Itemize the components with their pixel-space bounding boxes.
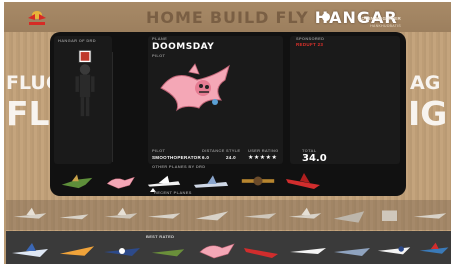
- best-plane-6[interactable]: [242, 237, 282, 263]
- plane-name: DOOMSDAY: [152, 42, 215, 52]
- stat-distance-label: DISTANCE: [202, 148, 225, 153]
- plane-label: PLANE: [152, 36, 168, 41]
- recent-plane-1[interactable]: [12, 206, 48, 224]
- recent-planes-carousel: [6, 200, 451, 230]
- recent-plane-6[interactable]: [242, 206, 278, 224]
- wall-text-left-bottom: FL: [6, 94, 50, 133]
- best-plane-2[interactable]: [58, 239, 96, 261]
- recent-plane-10[interactable]: [412, 206, 448, 224]
- nav-build[interactable]: BUILD: [210, 8, 270, 27]
- best-plane-5[interactable]: [196, 237, 236, 263]
- game-frame: HOME BUILD FLY HANGAR LOGIN REGISTER HAN…: [4, 2, 451, 264]
- best-plane-7[interactable]: [288, 239, 328, 261]
- recent-planes-label[interactable]: RECENT PLANES: [154, 190, 192, 195]
- best-plane-4[interactable]: [150, 241, 186, 261]
- sponsored-value[interactable]: REDUFT 23: [296, 42, 323, 47]
- sponsored-label: SPONSORED: [296, 36, 325, 41]
- red-bull-logo-icon[interactable]: [26, 6, 48, 28]
- recent-plane-8[interactable]: [330, 203, 368, 227]
- recent-plane-2[interactable]: [56, 208, 92, 224]
- wall-text-right-top: AG: [410, 72, 441, 94]
- other-plane-thumb-1[interactable]: [60, 174, 94, 192]
- stat-total-value: 34.0: [302, 153, 327, 164]
- other-plane-thumb-2[interactable]: [104, 171, 136, 193]
- stat-pilot-value[interactable]: SMOOTHOPERATOR: [152, 155, 201, 160]
- best-plane-1[interactable]: [10, 241, 50, 261]
- hangar-divider: [112, 52, 113, 162]
- sponsor-cell: [290, 36, 400, 164]
- pilot-figure-icon: [75, 49, 95, 117]
- mouse-cursor-icon: [322, 13, 330, 21]
- nav-fly[interactable]: FLY: [275, 8, 308, 27]
- stat-distance-value: 6.0: [202, 155, 210, 160]
- plane-detail-panel: HANGAR OF DRD PLANE DOOMSDAY PILOT SPONS…: [50, 32, 406, 196]
- recent-plane-4[interactable]: [146, 206, 182, 224]
- top-bar: HOME BUILD FLY HANGAR LOGIN REGISTER HAN…: [4, 2, 451, 32]
- stat-rating-label: USER RATING: [248, 148, 279, 153]
- recent-plane-9[interactable]: [376, 204, 406, 226]
- login-register-link[interactable]: LOGIN REGISTER: [358, 16, 401, 21]
- other-plane-thumb-4[interactable]: [192, 173, 230, 193]
- other-plane-thumb-6[interactable]: [284, 168, 324, 194]
- hangar-pilot-cell: HANGAR OF DRD: [54, 36, 112, 164]
- stat-style-label: STYLE: [226, 148, 241, 153]
- pink-plane-icon[interactable]: [154, 58, 236, 118]
- best-plane-10[interactable]: [418, 235, 450, 263]
- best-plane-9[interactable]: [376, 237, 412, 261]
- best-plane-8[interactable]: [332, 239, 372, 261]
- best-plane-3[interactable]: [102, 239, 142, 261]
- nav-home[interactable]: HOME: [146, 8, 204, 27]
- stat-style-value: 24.0: [226, 155, 236, 160]
- recent-plane-5[interactable]: [194, 204, 230, 226]
- recent-plane-3[interactable]: [102, 206, 140, 224]
- best-rated-carousel: BEST RATED: [6, 231, 451, 264]
- rating-stars[interactable]: ★★★★★: [248, 154, 277, 161]
- other-planes-label: OTHER PLANES BY DRD: [152, 164, 206, 169]
- wall-text-right-bottom: IG: [408, 94, 448, 133]
- best-rated-label: BEST RATED: [146, 234, 175, 239]
- username-label: HANKHUDBATIS: [370, 24, 401, 28]
- hangar-header: HANGAR OF DRD: [58, 38, 96, 43]
- other-plane-thumb-5[interactable]: [240, 169, 276, 193]
- recent-plane-7[interactable]: [286, 206, 324, 224]
- stat-pilot-label: PILOT: [152, 148, 166, 153]
